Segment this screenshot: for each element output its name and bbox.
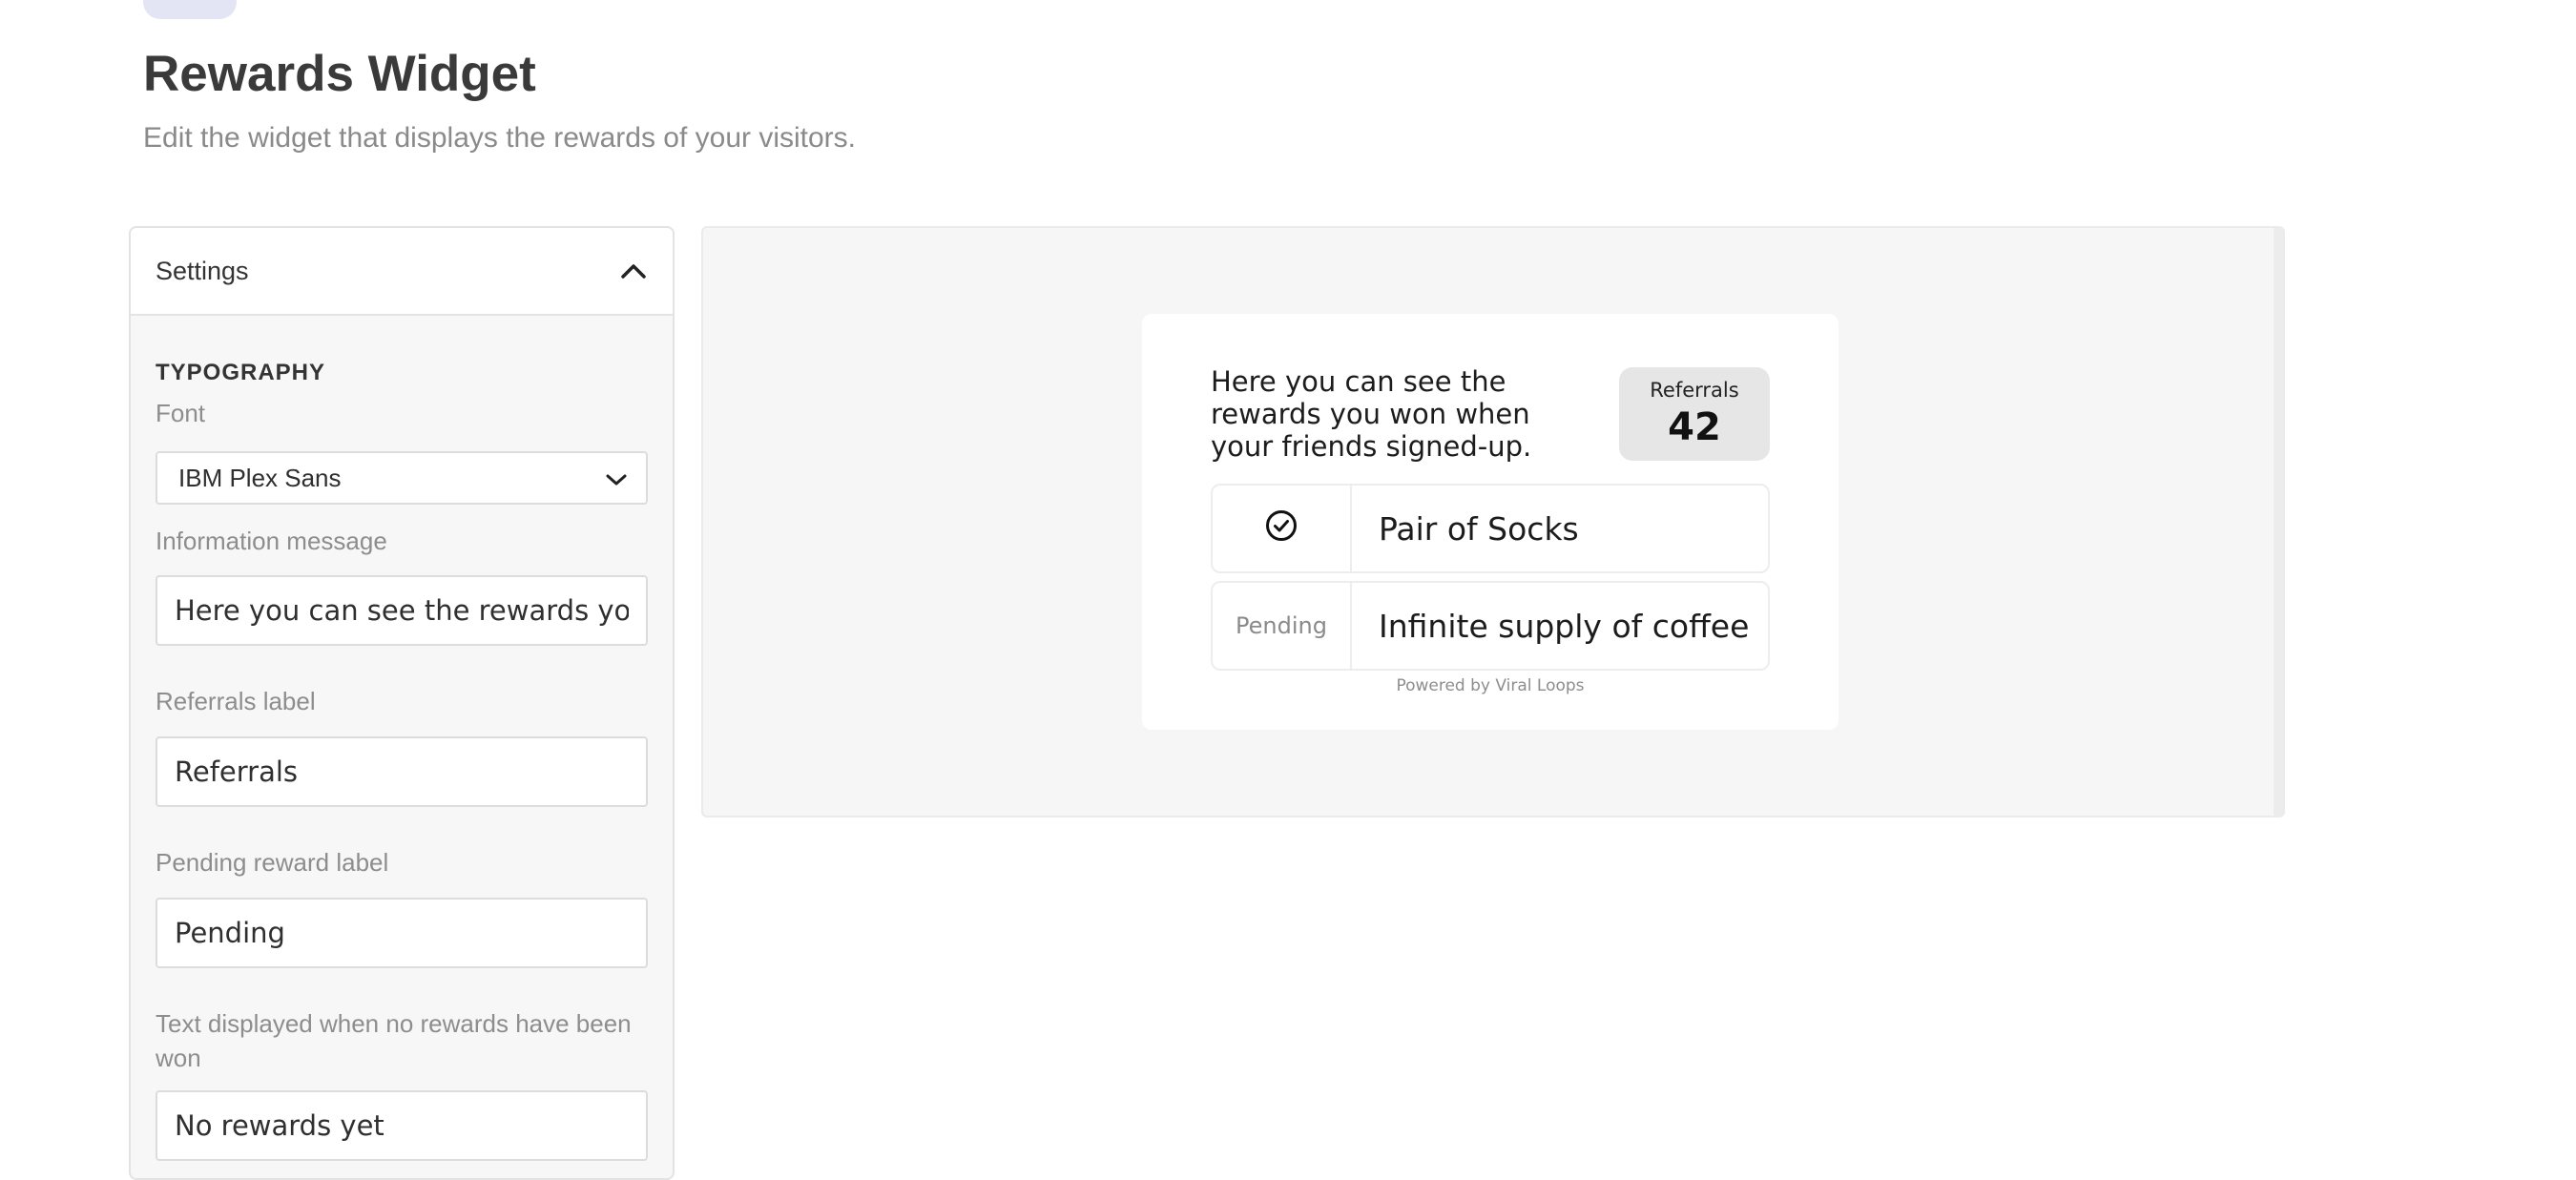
referrals-label-input[interactable] [156, 736, 648, 807]
widget-preview-area: Here you can see the rewards you won whe… [701, 226, 2285, 818]
chevron-down-icon [606, 464, 627, 493]
settings-accordion-header[interactable]: Settings [131, 228, 673, 316]
referrals-count-label: Referrals [1650, 379, 1739, 402]
referrals-count-value: 42 [1668, 405, 1721, 449]
rewards-widget-card: Here you can see the rewards you won whe… [1142, 314, 1839, 730]
referrals-label-label: Referrals label [156, 687, 316, 715]
typography-section-title: TYPOGRAPHY [156, 360, 326, 385]
top-badge[interactable] [143, 0, 237, 19]
pending-reward-label-input[interactable] [156, 898, 648, 968]
info-message-label: Information message [156, 527, 387, 555]
preview-scrollbar[interactable] [2274, 228, 2283, 816]
referrals-count-box: Referrals 42 [1619, 367, 1770, 461]
pending-reward-label-label: Pending reward label [156, 848, 389, 877]
page-title: Rewards Widget [143, 46, 536, 102]
reward-row: Pair of Socks [1211, 484, 1770, 573]
settings-header-label: Settings [156, 256, 249, 285]
check-circle-icon [1264, 508, 1298, 549]
no-rewards-text-label: Text displayed when no rewards have been… [156, 1009, 632, 1072]
font-select-value: IBM Plex Sans [178, 463, 342, 492]
chevron-up-icon[interactable] [619, 257, 648, 285]
reward-status-pending: Pending [1213, 583, 1352, 669]
font-label: Font [156, 399, 206, 427]
settings-panel: Settings TYPOGRAPHY Font IBM Plex Sans I… [129, 226, 675, 1180]
reward-name: Infinite supply of coffee [1379, 607, 1750, 645]
no-rewards-text-input[interactable] [156, 1090, 648, 1161]
reward-status-cell [1213, 486, 1352, 571]
page-subtitle: Edit the widget that displays the reward… [143, 122, 857, 154]
widget-info-message: Here you can see the rewards you won whe… [1211, 365, 1532, 463]
reward-name: Pair of Socks [1379, 509, 1579, 548]
powered-by-link[interactable]: Powered by Viral Loops [1142, 676, 1839, 695]
font-select[interactable]: IBM Plex Sans [156, 451, 648, 505]
info-message-input[interactable] [156, 575, 648, 646]
reward-row: Pending Infinite supply of coffee [1211, 581, 1770, 671]
